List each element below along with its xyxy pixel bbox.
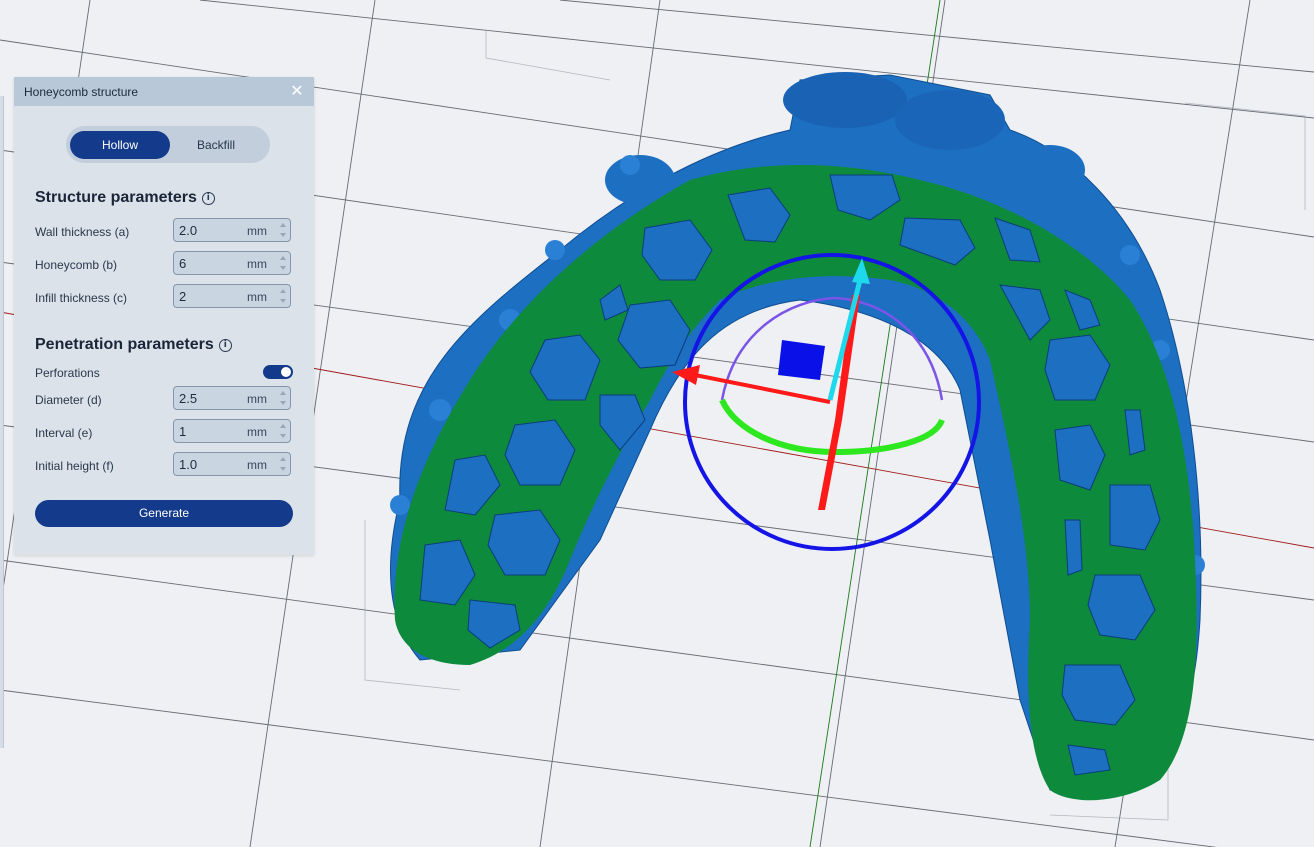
diameter-value[interactable]: 2.5 xyxy=(179,391,197,406)
tab-hollow[interactable]: Hollow xyxy=(70,131,170,159)
unit-label: mm xyxy=(247,392,267,406)
honeycomb-field[interactable]: 6 mm xyxy=(173,251,291,275)
stepper[interactable] xyxy=(278,254,287,272)
honeycomb-structure-panel: Honeycomb structure ✕ Hollow Backfill St… xyxy=(14,77,314,555)
structure-title-text: Structure parameters xyxy=(35,189,197,206)
interval-field[interactable]: 1 mm xyxy=(173,419,291,443)
info-icon[interactable]: i xyxy=(201,191,215,205)
panel-header: Honeycomb structure ✕ xyxy=(14,77,314,106)
info-icon[interactable]: i xyxy=(218,338,232,352)
stepper-down-icon[interactable] xyxy=(279,434,286,438)
interval-value[interactable]: 1 xyxy=(179,424,186,439)
stepper-down-icon[interactable] xyxy=(279,299,286,303)
initial-height-value[interactable]: 1.0 xyxy=(179,457,197,472)
generate-button[interactable]: Generate xyxy=(35,500,293,527)
stepper-up-icon[interactable] xyxy=(279,391,286,395)
unit-label: mm xyxy=(247,224,267,238)
stepper[interactable] xyxy=(278,455,287,473)
panel-title: Honeycomb structure xyxy=(24,84,139,99)
wall-thickness-field[interactable]: 2.0 mm xyxy=(173,218,291,242)
close-icon[interactable]: ✕ xyxy=(288,81,306,101)
perforations-label: Perforations xyxy=(35,366,100,380)
left-sidebar-edge xyxy=(0,96,4,748)
wall-thickness-label: Wall thickness (a) xyxy=(35,225,130,239)
penetration-title-text: Penetration parameters xyxy=(35,336,214,353)
diameter-field[interactable]: 2.5 mm xyxy=(173,386,291,410)
initial-height-label: Initial height (f) xyxy=(35,459,114,473)
perforations-toggle[interactable] xyxy=(263,365,293,379)
stepper-up-icon[interactable] xyxy=(279,289,286,293)
honeycomb-label: Honeycomb (b) xyxy=(35,258,118,272)
stepper[interactable] xyxy=(278,422,287,440)
diameter-label: Diameter (d) xyxy=(35,393,102,407)
translate-plane-handle xyxy=(778,340,825,380)
stepper[interactable] xyxy=(278,287,287,305)
infill-thickness-field[interactable]: 2 mm xyxy=(173,284,291,308)
structure-parameters-title: Structure parameters i xyxy=(35,189,215,207)
stepper-up-icon[interactable] xyxy=(279,223,286,227)
stepper-down-icon[interactable] xyxy=(279,401,286,405)
interval-label: Interval (e) xyxy=(35,426,93,440)
stepper[interactable] xyxy=(278,389,287,407)
stepper-up-icon[interactable] xyxy=(279,256,286,260)
toggle-knob xyxy=(281,367,291,377)
unit-label: mm xyxy=(247,425,267,439)
stepper-up-icon[interactable] xyxy=(279,457,286,461)
stepper-down-icon[interactable] xyxy=(279,266,286,270)
unit-label: mm xyxy=(247,257,267,271)
initial-height-field[interactable]: 1.0 mm xyxy=(173,452,291,476)
wall-thickness-value[interactable]: 2.0 xyxy=(179,223,197,238)
unit-label: mm xyxy=(247,458,267,472)
stepper-up-icon[interactable] xyxy=(279,424,286,428)
infill-thickness-value[interactable]: 2 xyxy=(179,289,186,304)
unit-label: mm xyxy=(247,290,267,304)
stepper-down-icon[interactable] xyxy=(279,233,286,237)
infill-thickness-label: Infill thickness (c) xyxy=(35,291,128,305)
stepper-down-icon[interactable] xyxy=(279,467,286,471)
tab-backfill[interactable]: Backfill xyxy=(166,131,266,159)
penetration-parameters-title: Penetration parameters i xyxy=(35,336,232,354)
mode-toggle: Hollow Backfill xyxy=(66,126,270,163)
honeycomb-value[interactable]: 6 xyxy=(179,256,186,271)
stepper[interactable] xyxy=(278,221,287,239)
